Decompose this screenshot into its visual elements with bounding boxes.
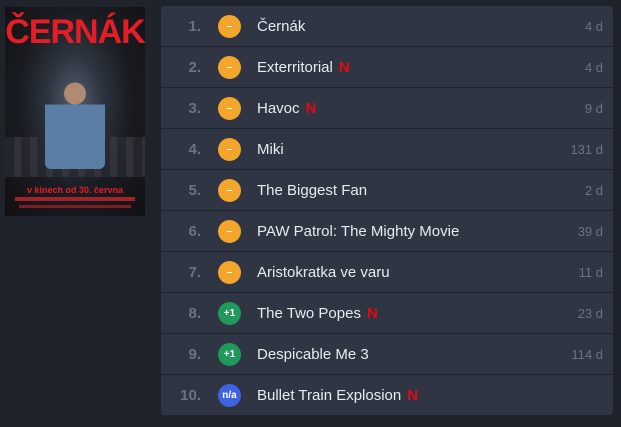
rank-number: 6.	[188, 222, 201, 240]
days-in-chart: 114 d	[571, 346, 603, 362]
rank-change-badge: n/a	[218, 383, 241, 407]
days-in-chart: 2 d	[584, 182, 603, 198]
title-text[interactable]: Havoc N	[257, 100, 585, 117]
title-text[interactable]: Bullet Train Explosion N	[257, 387, 603, 404]
rank-change-badge: –	[218, 219, 241, 243]
list-item[interactable]: 1. – Černák 4 d	[161, 6, 613, 47]
title-label[interactable]: Exterritorial	[257, 59, 333, 76]
days-in-chart: 23 d	[577, 305, 603, 321]
title-label[interactable]: The Two Popes	[257, 305, 361, 322]
title-label[interactable]: Aristokratka ve varu	[257, 264, 390, 281]
netflix-icon: N	[305, 99, 317, 117]
top-ten-list: 1. – Černák 4 d 2. – Exterritorial N 4 d 3. – Havoc…	[161, 6, 613, 415]
title-label[interactable]: Miki	[257, 141, 284, 158]
title-text[interactable]: Exterritorial N	[257, 59, 585, 76]
list-item[interactable]: 10. n/a Bullet Train Explosion N	[161, 375, 613, 415]
days-in-chart: 131 d	[570, 141, 603, 157]
rank-number: 1.	[188, 17, 201, 35]
rank-number: 9.	[188, 345, 201, 363]
rank-change-badge: –	[218, 55, 241, 79]
title-text[interactable]: Aristokratka ve varu	[257, 264, 579, 281]
rank-change-badge: –	[218, 96, 241, 120]
list-item[interactable]: 6. – PAW Patrol: The Mighty Movie 39 d	[161, 211, 613, 252]
days-in-chart: 9 d	[584, 100, 603, 116]
days-in-chart: 39 d	[577, 223, 603, 239]
title-text[interactable]: PAW Patrol: The Mighty Movie	[257, 223, 578, 240]
poster-credits-line	[19, 205, 131, 208]
rank-change-badge: –	[218, 137, 241, 161]
title-text[interactable]: Despicable Me 3	[257, 346, 571, 363]
title-label[interactable]: Despicable Me 3	[257, 346, 369, 363]
days-in-chart: 4 d	[584, 59, 603, 75]
title-text[interactable]: Miki	[257, 141, 570, 158]
rank-number: 3.	[188, 99, 201, 117]
list-item[interactable]: 5. – The Biggest Fan 2 d	[161, 170, 613, 211]
title-label[interactable]: The Biggest Fan	[257, 182, 367, 199]
list-item[interactable]: 9. +1 Despicable Me 3 114 d	[161, 334, 613, 375]
days-in-chart: 11 d	[578, 264, 603, 280]
netflix-icon: N	[366, 304, 378, 322]
rank-number: 5.	[188, 181, 201, 199]
poster-credits-line	[15, 197, 135, 201]
list-item[interactable]: 7. – Aristokratka ve varu 11 d	[161, 252, 613, 293]
poster-title: ČERNÁK	[5, 13, 145, 51]
days-in-chart: 4 d	[584, 18, 603, 34]
rank-number: 7.	[188, 263, 201, 281]
rank-change-badge: –	[218, 178, 241, 202]
poster-tagline: v kinech od 30. června	[26, 185, 124, 195]
title-text[interactable]: The Biggest Fan	[257, 182, 585, 199]
rank-number: 2.	[188, 58, 201, 76]
rank-change-badge: +1	[218, 342, 241, 366]
netflix-icon: N	[407, 386, 419, 404]
rank-change-badge: –	[218, 260, 241, 284]
title-label[interactable]: PAW Patrol: The Mighty Movie	[257, 223, 459, 240]
movie-poster[interactable]: ČERNÁK v kinech od 30. června	[5, 7, 145, 216]
list-item[interactable]: 8. +1 The Two Popes N 23 d	[161, 293, 613, 334]
netflix-icon: N	[338, 58, 350, 76]
title-label[interactable]: Bullet Train Explosion	[257, 387, 401, 404]
title-text[interactable]: Černák	[257, 18, 585, 35]
title-text[interactable]: The Two Popes N	[257, 305, 578, 322]
title-label[interactable]: Černák	[257, 18, 305, 35]
title-label[interactable]: Havoc	[257, 100, 300, 117]
list-item[interactable]: 2. – Exterritorial N 4 d	[161, 47, 613, 88]
list-item[interactable]: 3. – Havoc N 9 d	[161, 88, 613, 129]
list-item[interactable]: 4. – Miki 131 d	[161, 129, 613, 170]
rank-change-badge: +1	[218, 301, 241, 325]
rank-number: 4.	[188, 140, 201, 158]
rank-change-badge: –	[218, 14, 241, 38]
rank-number: 10.	[180, 386, 201, 404]
poster-figure	[45, 77, 105, 169]
rank-number: 8.	[188, 304, 201, 322]
